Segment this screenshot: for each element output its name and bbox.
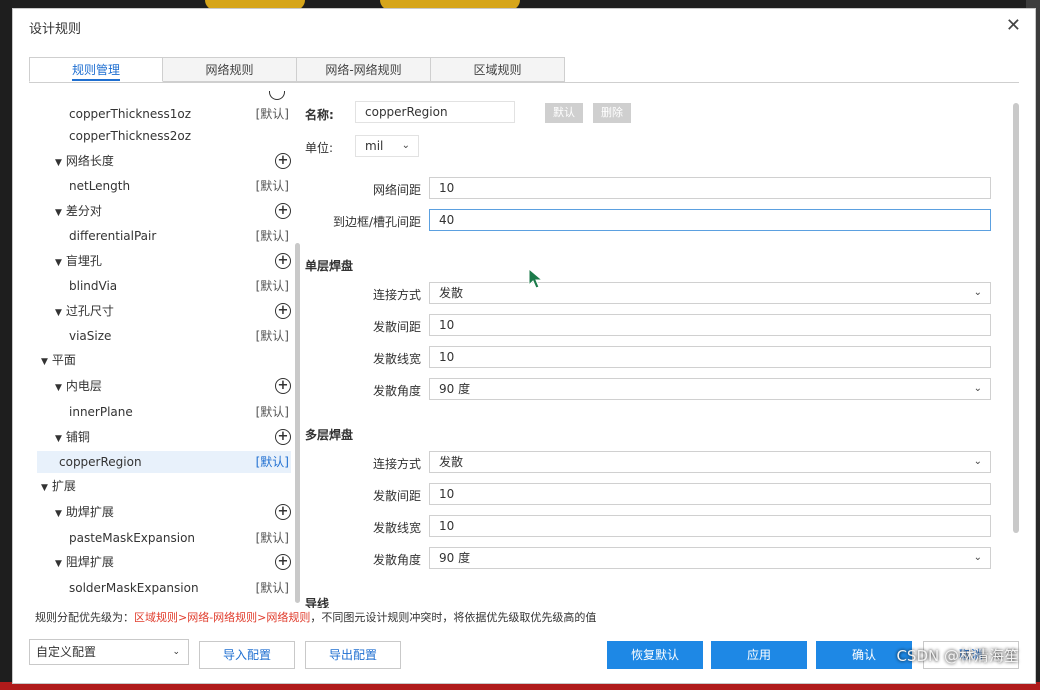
dialog-title: 设计规则 [29, 22, 82, 37]
tab-net-rules[interactable]: 网络规则 [163, 57, 297, 82]
add-rule-icon[interactable]: + [275, 303, 291, 319]
tab-bar: 规则管理 网络规则 网络-网络规则 区域规则 [29, 57, 565, 83]
unit-select[interactable]: mil ⌄ [355, 135, 419, 157]
multi-connect-select[interactable]: 发散 ⌄ [429, 451, 991, 473]
tree-item-viaSize[interactable]: viaSize [默认] [37, 325, 291, 347]
expand-arrow-icon[interactable]: ▼ [55, 308, 62, 318]
add-rule-icon[interactable]: + [275, 504, 291, 520]
expand-arrow-icon[interactable]: ▼ [55, 258, 62, 268]
apply-button[interactable]: 应用 [711, 641, 807, 669]
expand-arrow-icon[interactable]: ▼ [41, 483, 48, 493]
expand-arrow-icon[interactable]: ▼ [55, 158, 62, 168]
tree-group-solder-mask[interactable]: ▼ 阻焊扩展 + [37, 551, 291, 573]
tree-item-copperThickness1oz[interactable]: copperThickness1oz [默认] [37, 103, 291, 125]
single-connect-select[interactable]: 发散 ⌄ [429, 282, 991, 304]
add-rule-icon[interactable]: + [275, 554, 291, 570]
expand-arrow-icon[interactable]: ▼ [41, 357, 48, 367]
single-spoke-width-input[interactable]: 10 [429, 346, 991, 368]
single-spoke-spacing-label: 发散间距 [372, 320, 421, 334]
expand-arrow-icon[interactable]: ▼ [55, 509, 62, 519]
multi-spoke-angle-label: 发散角度 [372, 553, 421, 567]
multi-spoke-spacing-input[interactable]: 10 [429, 483, 991, 505]
tree-group-inner-plane[interactable]: ▼ 内电层 + [37, 375, 291, 397]
add-rule-icon[interactable]: + [275, 429, 291, 445]
rule-tree: copperThickness1oz [默认] copperThickness2… [29, 83, 291, 608]
board-spacing-input[interactable]: 40 [429, 209, 991, 231]
expand-arrow-icon[interactable]: ▼ [55, 383, 62, 393]
net-spacing-input[interactable]: 10 [429, 177, 991, 199]
chevron-down-icon: ⌄ [973, 287, 982, 298]
track-section-title: 导线 [305, 597, 330, 608]
tree-group-expansion[interactable]: ▼ 扩展 [37, 475, 291, 497]
mouse-cursor-icon [528, 268, 544, 289]
tree-item-differentialPair[interactable]: differentialPair [默认] [37, 225, 291, 247]
tree-item-blindVia[interactable]: blindVia [默认] [37, 275, 291, 297]
multi-spoke-angle-select[interactable]: 90 度 ⌄ [429, 547, 991, 569]
tree-item-netLength[interactable]: netLength [默认] [37, 175, 291, 197]
design-rules-dialog: 设计规则 ✕ 规则管理 网络规则 网络-网络规则 区域规则 copperThic… [12, 8, 1036, 684]
single-pad-section-title: 单层焊盘 [305, 259, 354, 273]
tree-group-differential-pair[interactable]: ▼ 差分对 + [37, 200, 291, 222]
expand-arrow-icon[interactable]: ▼ [55, 559, 62, 569]
net-spacing-label: 网络间距 [372, 183, 421, 197]
tree-group-plane[interactable]: ▼ 平面 [37, 349, 291, 371]
title-bar: 设计规则 ✕ [13, 9, 1035, 43]
add-rule-icon[interactable]: + [275, 203, 291, 219]
add-rule-icon[interactable]: + [275, 153, 291, 169]
unit-label: 单位: [305, 141, 334, 155]
multi-spoke-spacing-label: 发散间距 [372, 489, 421, 503]
single-connect-label: 连接方式 [372, 288, 421, 302]
board-spacing-label: 到边框/槽孔间距 [332, 215, 421, 229]
config-select[interactable]: 自定义配置 ⌄ [29, 639, 189, 665]
chevron-down-icon: ⌄ [172, 647, 180, 657]
tree-item-innerPlane[interactable]: innerPlane [默认] [37, 401, 291, 423]
content-frame: copperThickness1oz [默认] copperThickness2… [29, 82, 1019, 608]
add-rule-icon[interactable]: + [275, 253, 291, 269]
default-button[interactable]: 默认 [545, 103, 583, 123]
multi-spoke-width-label: 发散线宽 [372, 521, 421, 535]
add-rule-icon[interactable]: + [275, 378, 291, 394]
single-spoke-angle-label: 发散角度 [372, 384, 421, 398]
multi-spoke-width-input[interactable]: 10 [429, 515, 991, 537]
add-icon[interactable] [269, 91, 285, 100]
tab-rule-management[interactable]: 规则管理 [29, 57, 163, 82]
multi-connect-label: 连接方式 [372, 457, 421, 471]
chevron-down-icon: ⌄ [401, 140, 410, 151]
watermark: CSDN @林清海笙 [896, 647, 1019, 665]
tree-item-copperThickness2oz[interactable]: copperThickness2oz [37, 125, 291, 147]
tree-scrollbar[interactable] [295, 243, 300, 603]
expand-arrow-icon[interactable]: ▼ [55, 434, 62, 444]
tree-item-solderMaskExpansion[interactable]: solderMaskExpansion [默认] [37, 577, 291, 599]
chevron-down-icon: ⌄ [973, 383, 982, 394]
tree-group-via-size[interactable]: ▼ 过孔尺寸 + [37, 300, 291, 322]
tree-group-net-length[interactable]: ▼ 网络长度 + [37, 150, 291, 172]
tree-item-pasteMaskExpansion[interactable]: pasteMaskExpansion [默认] [37, 527, 291, 549]
import-config-button[interactable]: 导入配置 [199, 641, 295, 669]
chevron-down-icon: ⌄ [973, 456, 982, 467]
tree-group-blind-via[interactable]: ▼ 盲埋孔 + [37, 250, 291, 272]
expand-arrow-icon[interactable]: ▼ [55, 208, 62, 218]
priority-hint: 规则分配优先级为：区域规则>网络-网络规则>网络规则，不同图元设计规则冲突时，将… [35, 611, 597, 624]
single-spoke-spacing-input[interactable]: 10 [429, 314, 991, 336]
tree-group-paste-mask[interactable]: ▼ 助焊扩展 + [37, 501, 291, 523]
export-config-button[interactable]: 导出配置 [305, 641, 401, 669]
chevron-down-icon: ⌄ [973, 552, 982, 563]
single-spoke-angle-select[interactable]: 90 度 ⌄ [429, 378, 991, 400]
name-label: 名称: [305, 108, 334, 122]
restore-default-button[interactable]: 恢复默认 [607, 641, 703, 669]
tree-item-copperRegion[interactable]: copperRegion [默认] [37, 451, 291, 473]
name-input[interactable]: copperRegion [355, 101, 515, 123]
delete-button[interactable]: 删除 [593, 103, 631, 123]
tree-group-copper-pour[interactable]: ▼ 铺铜 + [37, 426, 291, 448]
tab-net-net-rules[interactable]: 网络-网络规则 [297, 57, 431, 82]
close-icon[interactable]: ✕ [1006, 15, 1021, 36]
multi-pad-section-title: 多层焊盘 [305, 428, 354, 442]
background-left [0, 0, 12, 690]
single-spoke-width-label: 发散线宽 [372, 352, 421, 366]
tab-region-rules[interactable]: 区域规则 [431, 57, 565, 82]
rule-form: 名称: copperRegion 默认 删除 单位: mil ⌄ 网络间距 10 … [301, 83, 1019, 608]
form-scrollbar[interactable] [1013, 103, 1019, 533]
